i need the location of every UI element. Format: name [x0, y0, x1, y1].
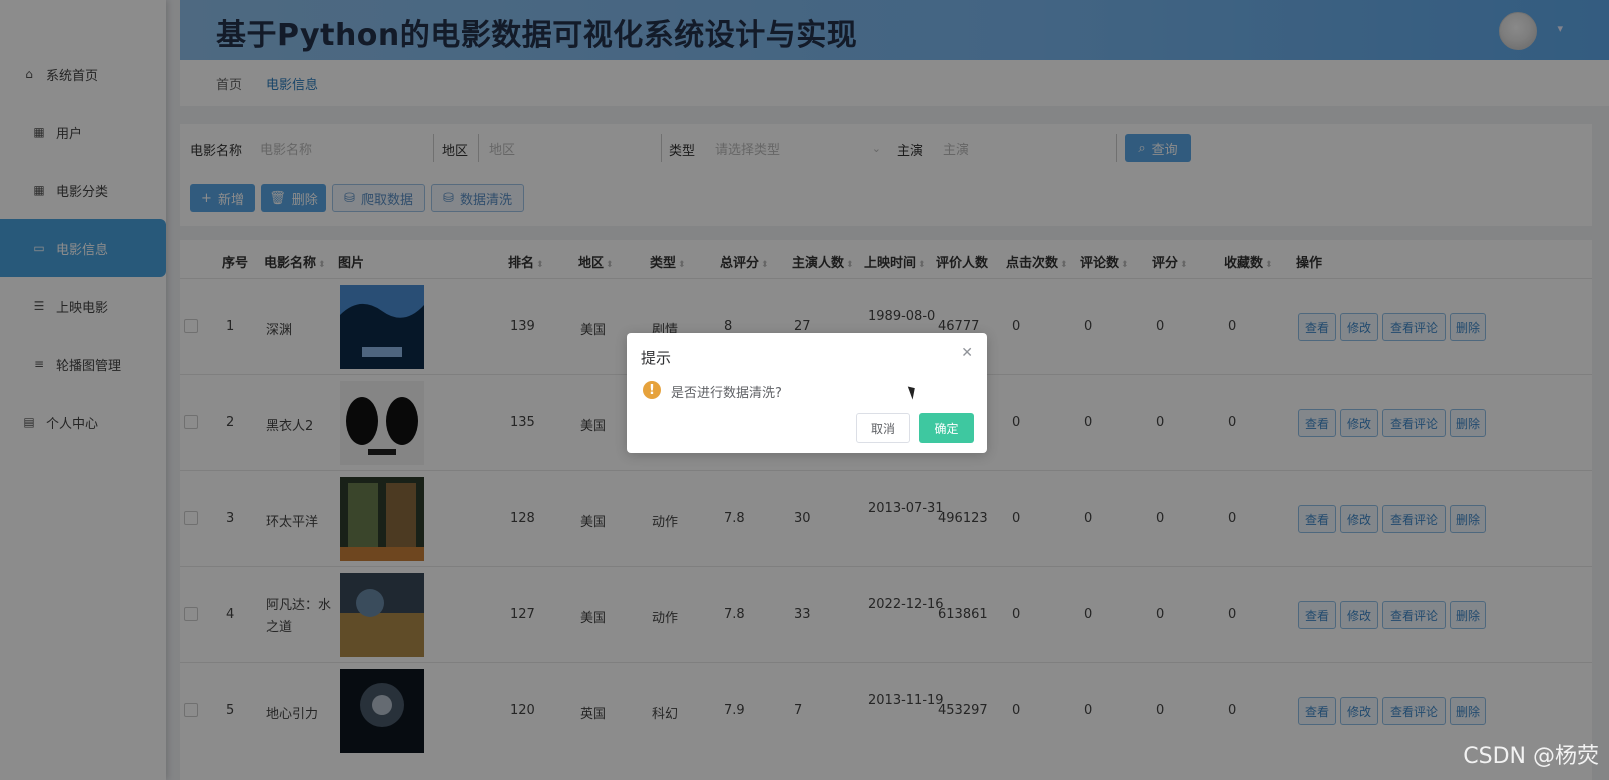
confirm-dialog: 提示 ✕ ! 是否进行数据清洗? 取消 确定 — [627, 333, 987, 453]
dialog-message: 是否进行数据清洗? — [671, 386, 782, 401]
confirm-button[interactable]: 确定 — [919, 413, 974, 443]
watermark: CSDN @杨荧 — [1463, 744, 1599, 769]
dialog-title: 提示 — [641, 349, 672, 367]
cancel-button[interactable]: 取消 — [856, 413, 910, 443]
close-icon[interactable]: ✕ — [961, 345, 973, 361]
warning-icon: ! — [643, 381, 661, 399]
